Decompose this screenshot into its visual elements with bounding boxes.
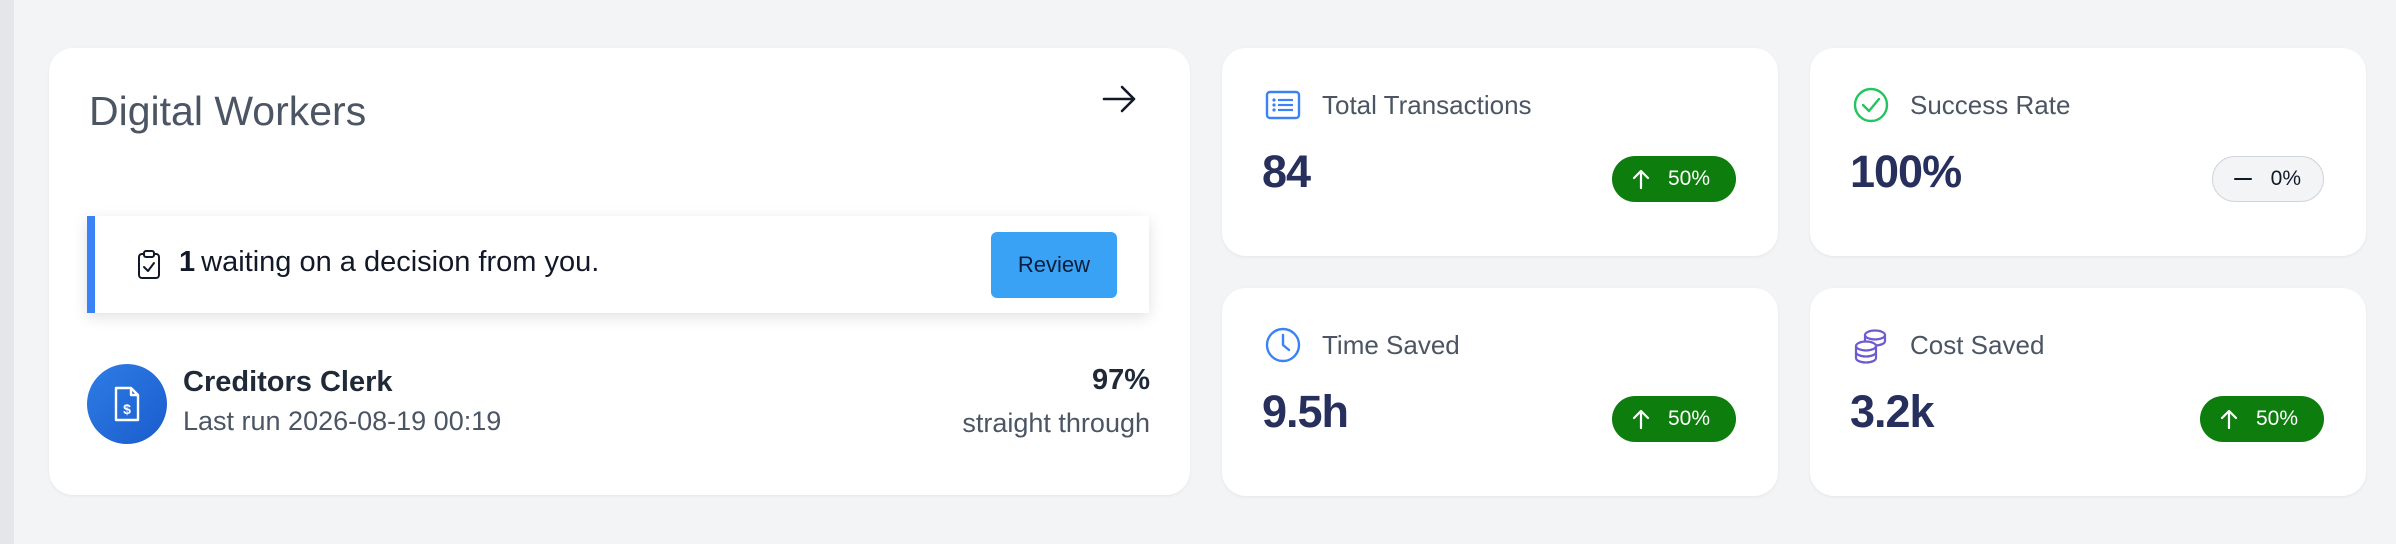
svg-text:$: $ (123, 401, 131, 417)
coins-icon (1854, 329, 1887, 364)
arrow-up-icon (1632, 409, 1650, 430)
metric-value: 100% (1850, 146, 1962, 197)
worker-avatar[interactable]: $ (87, 364, 167, 444)
left-edge-bar (0, 0, 14, 544)
alert-count: 1 (179, 246, 196, 278)
metric-card-time-saved: Time Saved 9.5h 50% (1222, 288, 1778, 496)
clipboard-check-icon (138, 250, 160, 279)
alert-text: waiting on a decision from you. (201, 246, 600, 278)
card-title: Digital Workers (89, 88, 367, 134)
change-badge: 50% (1612, 156, 1736, 202)
metric-label: Success Rate (1910, 90, 2071, 120)
worker-last-run: Last run 2026-08-19 00:19 (183, 406, 502, 436)
change-value: 50% (2256, 407, 2299, 430)
metric-card-total-transactions: Total Transactions 84 50% (1222, 48, 1778, 256)
list-icon (1265, 90, 1301, 120)
change-badge: 50% (1612, 396, 1736, 442)
arrow-up-icon (2220, 409, 2238, 430)
worker-straight-through-label: straight through (962, 408, 1150, 438)
change-value: 0% (2270, 167, 2301, 190)
metric-label: Time Saved (1322, 330, 1460, 360)
invoice-icon: $ (114, 386, 140, 422)
decision-alert: 1 waiting on a decision from you. Review (87, 216, 1149, 313)
alert-message: 1 waiting on a decision from you. (179, 246, 599, 279)
digital-workers-card: Digital Workers 1 waiting on a decision f… (49, 48, 1190, 495)
metric-label: Cost Saved (1910, 330, 2045, 360)
change-badge: 50% (2200, 396, 2324, 442)
arrow-right-icon[interactable] (1102, 84, 1138, 114)
metric-label: Total Transactions (1322, 90, 1532, 120)
metric-card-cost-saved: Cost Saved 3.2k 50% (1810, 288, 2366, 496)
change-value: 50% (1668, 167, 1711, 190)
review-button[interactable]: Review (991, 232, 1117, 298)
metric-card-success-rate: Success Rate 100% 0% (1810, 48, 2366, 256)
metric-value: 3.2k (1850, 386, 1935, 437)
change-value: 50% (1668, 407, 1711, 430)
metric-value: 84 (1262, 146, 1311, 197)
arrow-up-icon (1632, 169, 1650, 190)
check-circle-icon (1853, 87, 1889, 123)
change-badge: 0% (2211, 156, 2324, 202)
metric-value: 9.5h (1262, 386, 1349, 437)
clock-icon (1265, 327, 1301, 363)
worker-straight-through-percent: 97% (1091, 364, 1150, 396)
minus-icon (2233, 178, 2252, 180)
worker-name[interactable]: Creditors Clerk (183, 366, 393, 399)
